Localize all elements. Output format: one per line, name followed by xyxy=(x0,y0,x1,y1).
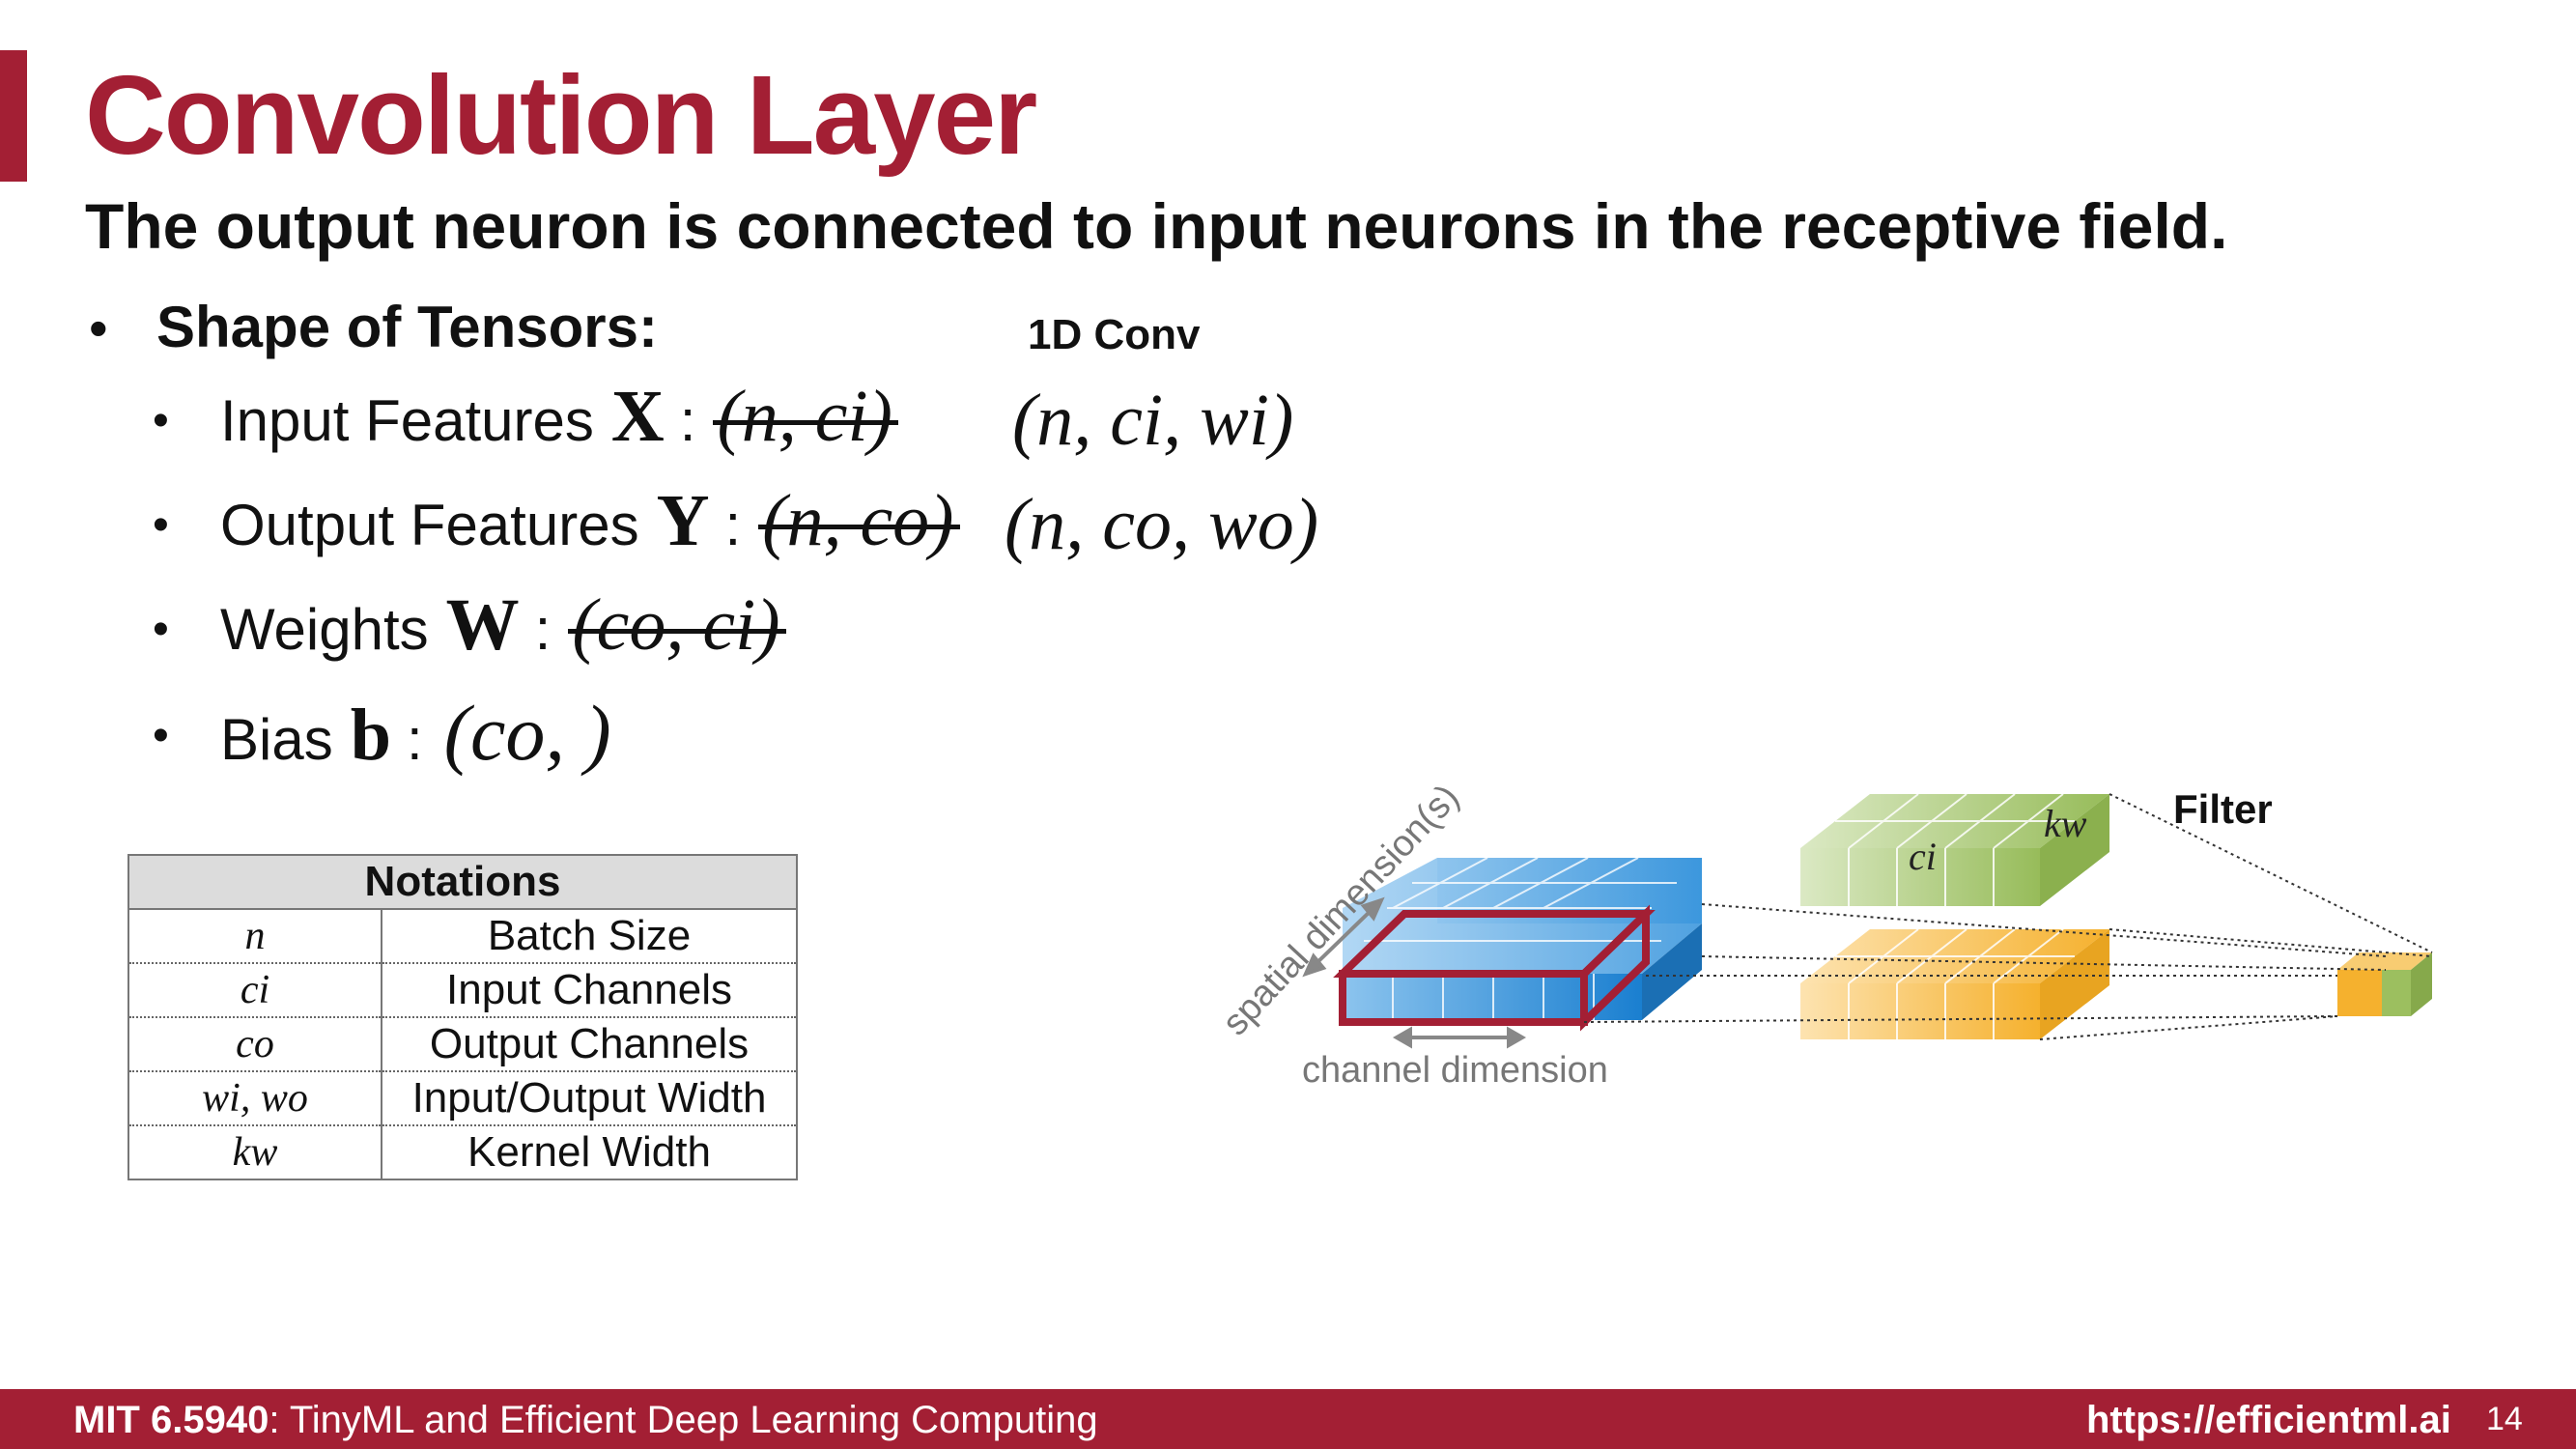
footer-course: MIT 6.5940: TinyML and Efficient Deep Le… xyxy=(73,1399,1098,1442)
channel-dimension-label: channel dimension xyxy=(1302,1050,1608,1091)
course-name: : TinyML and Efficient Deep Learning Com… xyxy=(269,1399,1098,1441)
input-tensor xyxy=(1333,857,1702,1032)
page-number: 14 xyxy=(2486,1401,2523,1437)
kw-label: kw xyxy=(2044,802,2087,845)
footer-bar: MIT 6.5940: TinyML and Efficient Deep Le… xyxy=(0,1389,2576,1449)
output-tensor xyxy=(2337,952,2432,1016)
filter-yellow xyxy=(1800,928,2109,1039)
footer-url[interactable]: https://efficientml.ai xyxy=(2086,1399,2451,1442)
course-code: MIT 6.5940 xyxy=(73,1399,269,1441)
conv-diagram: spatial dimension(s) channel dimension c… xyxy=(1215,777,2433,1091)
filter-label: Filter xyxy=(2173,786,2273,832)
ci-label: ci xyxy=(1909,835,1937,878)
